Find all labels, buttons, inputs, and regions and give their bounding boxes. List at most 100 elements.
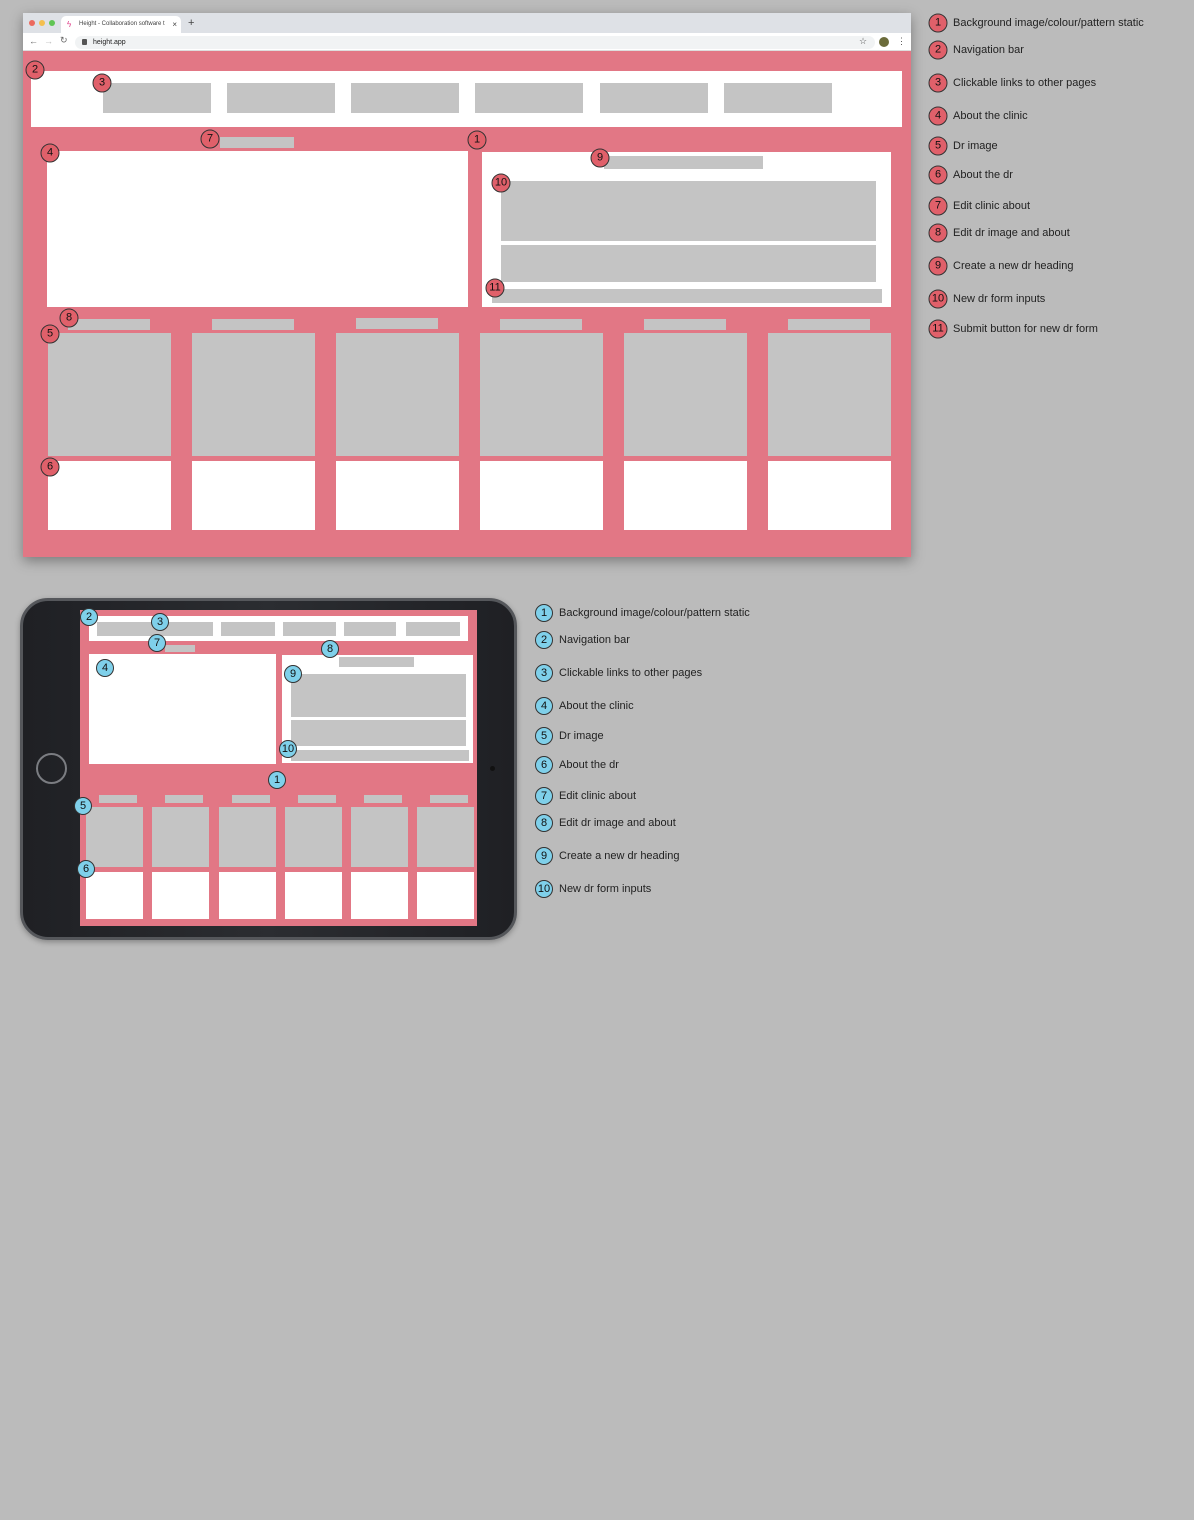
new-dr-input[interactable] (501, 181, 876, 241)
edit-dr-button[interactable] (68, 319, 150, 330)
new-dr-heading (604, 156, 763, 169)
close-tab-icon[interactable]: × (172, 20, 177, 29)
legend-label: Navigation bar (559, 634, 630, 646)
legend-label: About the dr (953, 169, 1013, 181)
annotation-badge: 4 (40, 143, 60, 163)
edit-dr-button[interactable] (788, 319, 870, 330)
nav-link[interactable] (97, 622, 150, 636)
edit-dr-button[interactable] (364, 795, 402, 803)
new-dr-input[interactable] (501, 245, 876, 282)
tab-bar: ϟ Height - Collaboration software t × + (23, 13, 911, 33)
legend-badge: 5 (928, 136, 948, 156)
about-the-dr (480, 461, 603, 530)
legend-badge: 3 (535, 664, 553, 682)
profile-avatar[interactable] (879, 37, 889, 47)
dr-image (351, 807, 408, 867)
legend-label: Create a new dr heading (953, 260, 1074, 272)
edit-dr-button[interactable] (212, 319, 294, 330)
annotation-badge: 1 (268, 771, 286, 789)
edit-dr-button[interactable] (298, 795, 336, 803)
edit-dr-button[interactable] (500, 319, 582, 330)
about-the-dr (192, 461, 315, 530)
annotation-badge: 1 (467, 130, 487, 150)
legend-label: Create a new dr heading (559, 850, 680, 862)
nav-link[interactable] (344, 622, 396, 636)
dr-image (86, 807, 143, 867)
legend-badge: 8 (535, 814, 553, 832)
forward-icon[interactable]: → (44, 36, 53, 46)
edit-dr-button[interactable] (232, 795, 270, 803)
about-the-clinic-panel (47, 151, 468, 307)
bookmark-star-icon[interactable]: ☆ (859, 36, 867, 47)
browser-tab[interactable]: ϟ Height - Collaboration software t × (61, 16, 181, 33)
annotation-badge: 9 (284, 665, 302, 683)
new-dr-input[interactable] (291, 674, 466, 717)
maximize-window-icon[interactable] (49, 20, 55, 26)
about-the-clinic-panel (89, 654, 276, 764)
edit-dr-button[interactable] (165, 795, 203, 803)
legend-badge: 3 (928, 73, 948, 93)
url-input[interactable]: height.app (75, 36, 875, 49)
annotation-badge: 8 (321, 640, 339, 658)
lock-icon (82, 39, 87, 45)
about-the-dr (48, 461, 171, 530)
back-icon[interactable]: ← (29, 36, 38, 46)
new-dr-heading (339, 657, 414, 667)
annotation-badge: 3 (151, 613, 169, 631)
dr-image (417, 807, 474, 867)
legend-label: Background image/colour/pattern static (953, 17, 1144, 29)
legend-badge: 1 (928, 13, 948, 33)
legend-badge: 6 (535, 756, 553, 774)
about-the-dr (152, 872, 209, 919)
url-text: height.app (93, 39, 126, 46)
annotation-badge: 5 (40, 324, 60, 344)
nav-link[interactable] (227, 83, 335, 113)
dr-image (285, 807, 342, 867)
annotation-badge: 6 (40, 457, 60, 477)
legend-badge: 10 (928, 289, 948, 309)
annotation-badge: 6 (77, 860, 95, 878)
submit-new-dr-button[interactable] (291, 750, 469, 761)
dr-image (336, 333, 459, 456)
about-the-dr (285, 872, 342, 919)
legend-badge: 2 (535, 631, 553, 649)
edit-dr-button[interactable] (356, 318, 438, 329)
annotation-badge: 10 (279, 740, 297, 758)
legend-badge: 7 (928, 196, 948, 216)
about-the-dr (768, 461, 891, 530)
about-the-dr (351, 872, 408, 919)
new-tab-button[interactable]: + (188, 17, 194, 29)
legend-label: Clickable links to other pages (559, 667, 703, 679)
edit-clinic-about-button[interactable] (220, 137, 294, 148)
nav-link[interactable] (724, 83, 832, 113)
nav-link[interactable] (103, 83, 211, 113)
close-window-icon[interactable] (29, 20, 35, 26)
legend-badge: 4 (535, 697, 553, 715)
home-button-icon (36, 753, 67, 784)
legend-label: Edit clinic about (559, 790, 637, 802)
dr-image (152, 807, 209, 867)
edit-clinic-about-button[interactable] (165, 645, 195, 652)
menu-icon[interactable]: ⋮ (897, 36, 906, 47)
address-bar: ← → ↻ height.app ☆ ⋮ (23, 33, 911, 51)
legend-badge: 9 (928, 256, 948, 276)
new-dr-input[interactable] (291, 720, 466, 746)
nav-link[interactable] (351, 83, 459, 113)
minimize-window-icon[interactable] (39, 20, 45, 26)
edit-dr-button[interactable] (430, 795, 468, 803)
legend-label: New dr form inputs (559, 883, 652, 895)
legend-badge: 7 (535, 787, 553, 805)
nav-link[interactable] (221, 622, 275, 636)
edit-dr-button[interactable] (644, 319, 726, 330)
edit-dr-button[interactable] (99, 795, 137, 803)
dr-image (624, 333, 747, 456)
legend-badge: 4 (928, 106, 948, 126)
reload-icon[interactable]: ↻ (60, 35, 68, 46)
nav-link[interactable] (283, 622, 336, 636)
nav-link[interactable] (600, 83, 708, 113)
legend-label: Dr image (559, 730, 604, 742)
nav-link[interactable] (475, 83, 583, 113)
nav-link[interactable] (406, 622, 460, 636)
submit-new-dr-button[interactable] (492, 289, 882, 303)
legend-badge: 5 (535, 727, 553, 745)
